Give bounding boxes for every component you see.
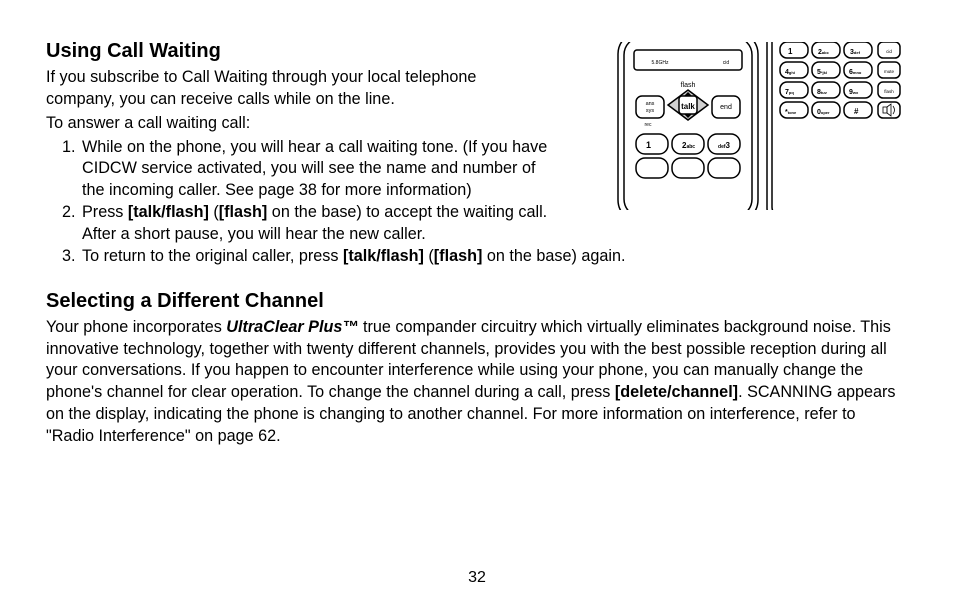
svg-text:2abc: 2abc [682,141,695,150]
device-illustration: flash talk ans sys end 5.8GHz cid rec [578,42,908,210]
svg-text:sys: sys [646,108,655,114]
svg-text:end: end [720,104,732,111]
svg-text:1: 1 [788,47,793,56]
svg-text:1: 1 [646,140,651,150]
svg-text:cid: cid [723,60,730,66]
channel-paragraph: Your phone incorporates UltraClear Plus™… [46,317,908,448]
page-number: 32 [0,567,954,589]
step-1: While on the phone, you will hear a call… [80,137,582,203]
svg-text:#: # [854,107,859,116]
svg-text:6mno: 6mno [849,69,862,76]
svg-text:5*jkl: 5*jkl [817,69,827,76]
svg-text:flash: flash [681,82,696,89]
svg-text:9wx: 9wx [849,89,859,96]
svg-text:*tone: *tone [785,109,797,116]
heading-channel: Selecting a Different Channel [46,288,908,315]
svg-text:0oper: 0oper [817,109,830,116]
svg-text:7pq: 7pq [785,89,794,96]
svg-text:mute: mute [884,69,895,74]
svg-text:flash: flash [884,89,894,94]
step-3: To return to the original caller, press … [80,246,908,268]
svg-text:4ghi: 4ghi [785,69,795,76]
svg-text:rec: rec [645,122,652,128]
phone-drawing: flash talk ans sys end 5.8GHz cid rec [578,42,908,210]
svg-text:3def: 3def [850,49,861,56]
svg-text:ans: ans [646,101,655,107]
svg-text:8tuv: 8tuv [817,89,828,96]
svg-text:cid: cid [886,49,892,54]
svg-text:2abc: 2abc [818,49,830,56]
svg-text:talk: talk [681,102,695,111]
svg-text:def3: def3 [718,141,731,150]
svg-text:5.8GHz: 5.8GHz [652,60,669,66]
call-waiting-intro: If you subscribe to Call Waiting through… [46,67,546,111]
